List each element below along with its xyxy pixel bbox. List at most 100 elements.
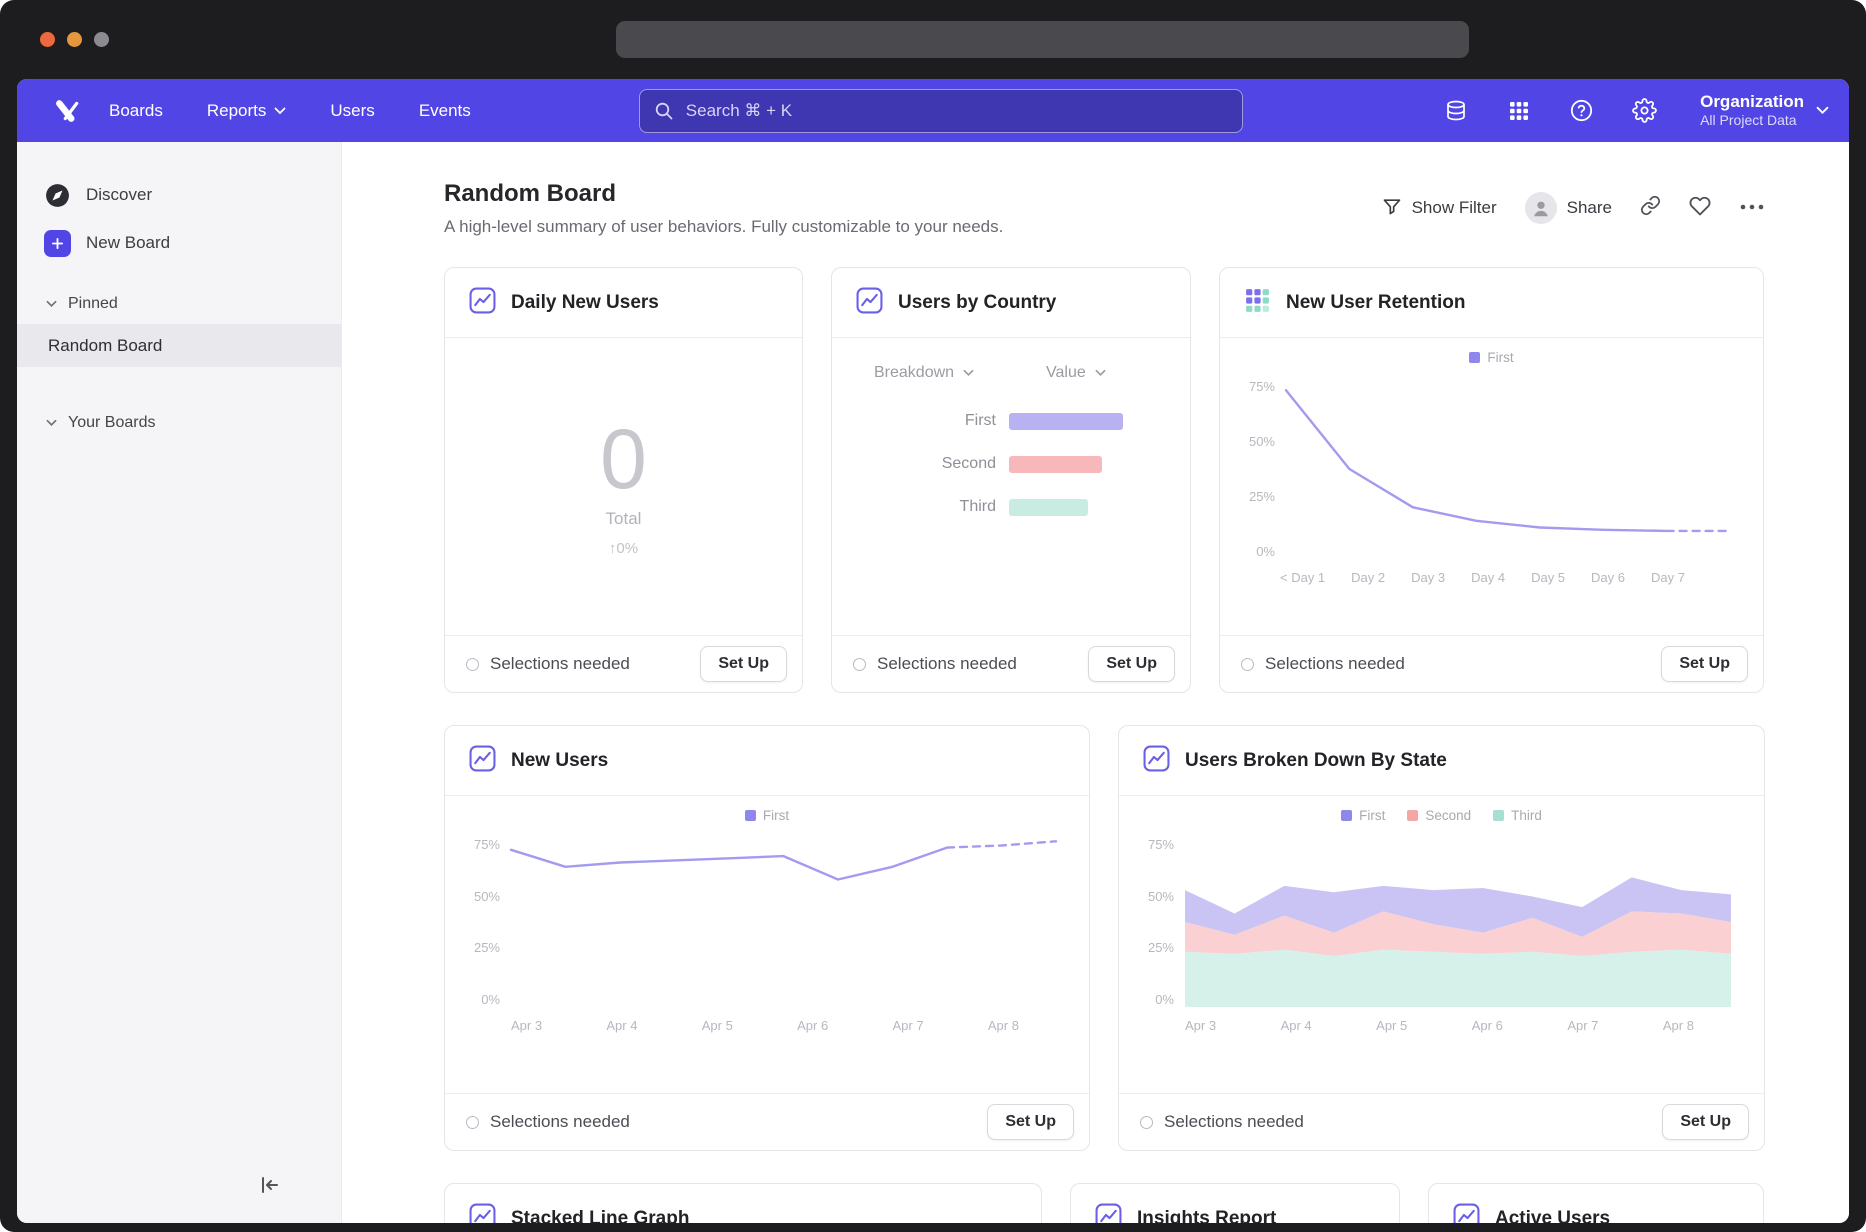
minimize-window-button[interactable] [67,32,82,47]
bar-label: Second [832,455,996,473]
show-filter-button[interactable]: Show Filter [1382,196,1497,221]
card-title: Active Users [1495,1208,1610,1224]
zoom-window-button[interactable] [94,32,109,47]
close-window-button[interactable] [40,32,55,47]
settings-gear-icon[interactable] [1631,97,1658,124]
breakdown-dropdown[interactable]: Breakdown [874,364,974,382]
country-bars: First Second Third [832,412,1190,516]
retention-grid-icon [1244,287,1271,319]
card-title: Daily New Users [511,292,659,314]
status-circle-icon [853,658,866,671]
nav-items: Boards Reports Users Events [109,101,471,121]
apps-grid-icon[interactable] [1505,97,1532,124]
sidebar-item-discover[interactable]: Discover [17,172,341,218]
sidebar-section-label: Pinned [68,295,118,313]
help-icon[interactable] [1568,97,1595,124]
card-users-by-state: Users Broken Down By State First Second … [1118,725,1765,1151]
chart-legend: First [445,808,1089,823]
legend-swatch-first [745,810,756,821]
global-search [639,89,1243,133]
card-insights-report: Insights Report [1070,1183,1400,1223]
window-titlebar [0,0,1866,79]
country-bar [1009,413,1123,430]
metric-label: Total [606,509,642,529]
stacked-area-chart [1185,837,1731,1007]
chart-legend: First [1220,350,1763,365]
organization-switcher[interactable]: Organization All Project Data [1700,91,1829,130]
card-users-by-country: Users by Country Breakdown [831,267,1191,693]
y-axis-labels: 75% 50% 25% 0% [1238,379,1286,559]
line-chart-icon [1453,1203,1480,1224]
browser-window: Boards Reports Users Events [0,0,1866,1232]
sidebar-item-label: New Board [86,233,170,253]
status-circle-icon [1140,1116,1153,1129]
x-axis-labels: Apr 3 Apr 4 Apr 5 Apr 6 Apr 7 Apr 8 [1119,1018,1764,1033]
card-title: Insights Report [1137,1208,1276,1224]
more-options-icon[interactable] [1739,199,1765,217]
sidebar: Discover New Board Pinned [17,142,342,1223]
sidebar-item-random-board[interactable]: Random Board [17,324,341,367]
page-subtitle: A high-level summary of user behaviors. … [444,217,1003,237]
status-circle-icon [466,658,479,671]
selections-needed-text: Selections needed [490,1112,630,1132]
main-content: Random Board A high-level summary of use… [342,142,1849,1223]
country-bar [1009,456,1102,473]
selections-needed-text: Selections needed [490,654,630,674]
sidebar-section-your-boards[interactable]: Your Boards [17,403,341,443]
chevron-down-icon [1816,106,1829,115]
sidebar-section-pinned[interactable]: Pinned [17,284,341,324]
nav-item-users[interactable]: Users [330,101,374,121]
card-title: Stacked Line Graph [511,1208,689,1224]
set-up-button[interactable]: Set Up [700,646,787,682]
plus-icon [44,230,71,257]
sidebar-section-label: Your Boards [68,414,155,432]
country-row: Third [832,498,1190,516]
card-new-users: New Users First 75% 50% [444,725,1090,1151]
cards-grid: Daily New Users 0 Total ↑0% [444,267,1765,1223]
board-actions: Show Filter Share [1382,192,1765,224]
page-title: Random Board [444,180,1003,208]
metric-delta: ↑0% [609,540,638,557]
project-name: All Project Data [1700,112,1796,130]
mixpanel-logo[interactable] [55,97,83,125]
card-daily-new-users: Daily New Users 0 Total ↑0% [444,267,803,693]
filter-funnel-icon [1382,196,1402,221]
x-axis-labels: < Day 1 Day 2 Day 3 Day 4 Day 5 Day 6 Da… [1220,570,1763,585]
legend-swatch-first [1469,352,1480,363]
country-row: Second [832,455,1190,473]
chart-legend: First Second Third [1119,808,1764,823]
x-axis-labels: Apr 3 Apr 4 Apr 5 Apr 6 Apr 7 Apr 8 [445,1018,1089,1033]
board-header: Random Board A high-level summary of use… [444,180,1765,237]
card-new-user-retention: New User Retention First 75% [1219,267,1764,693]
retention-line-chart [1286,379,1730,559]
value-dropdown[interactable]: Value [1046,364,1106,382]
status-circle-icon [1241,658,1254,671]
favorite-heart-icon[interactable] [1689,195,1711,222]
status-circle-icon [466,1116,479,1129]
bar-label: First [832,412,996,430]
nav-item-reports[interactable]: Reports [207,101,287,121]
line-chart-icon [856,287,883,319]
sidebar-item-new-board[interactable]: New Board [17,220,341,266]
card-title: New User Retention [1286,292,1465,314]
nav-item-boards[interactable]: Boards [109,101,163,121]
set-up-button[interactable]: Set Up [1662,1104,1749,1140]
search-input[interactable] [639,89,1243,133]
nav-item-events[interactable]: Events [419,101,471,121]
card-title: Users by Country [898,292,1056,314]
top-navbar: Boards Reports Users Events [17,79,1849,142]
chevron-down-icon [274,107,286,115]
set-up-button[interactable]: Set Up [1088,646,1175,682]
browser-url-bar[interactable] [616,21,1469,58]
country-bar [1009,499,1088,516]
set-up-button[interactable]: Set Up [1661,646,1748,682]
copy-link-icon[interactable] [1640,195,1661,221]
set-up-button[interactable]: Set Up [987,1104,1074,1140]
traffic-lights [40,32,109,47]
data-management-icon[interactable] [1442,97,1469,124]
line-chart-icon [469,1203,496,1224]
sidebar-collapse-button[interactable] [255,1171,283,1199]
sidebar-item-label: Random Board [48,336,162,356]
country-row: First [832,412,1190,430]
share-button[interactable]: Share [1525,192,1612,224]
